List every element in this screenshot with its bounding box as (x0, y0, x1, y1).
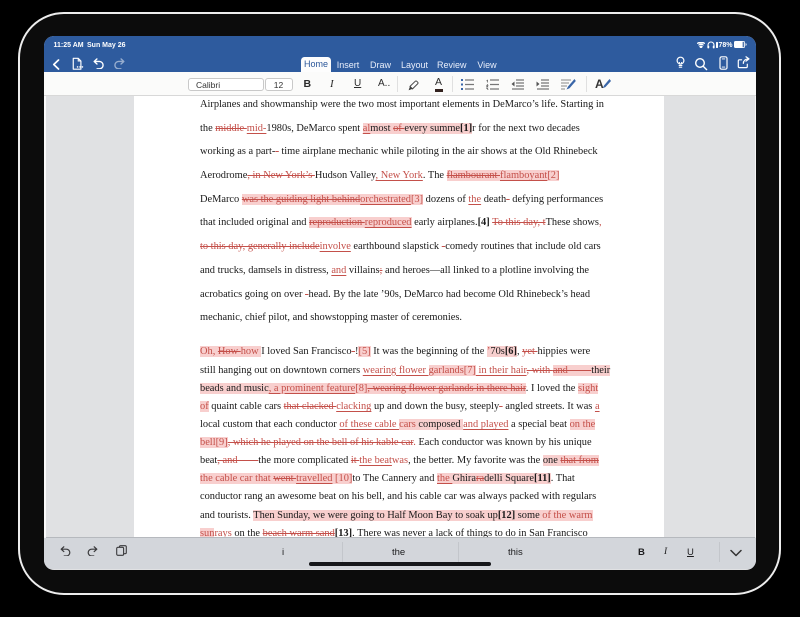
svg-text:A: A (595, 77, 604, 91)
